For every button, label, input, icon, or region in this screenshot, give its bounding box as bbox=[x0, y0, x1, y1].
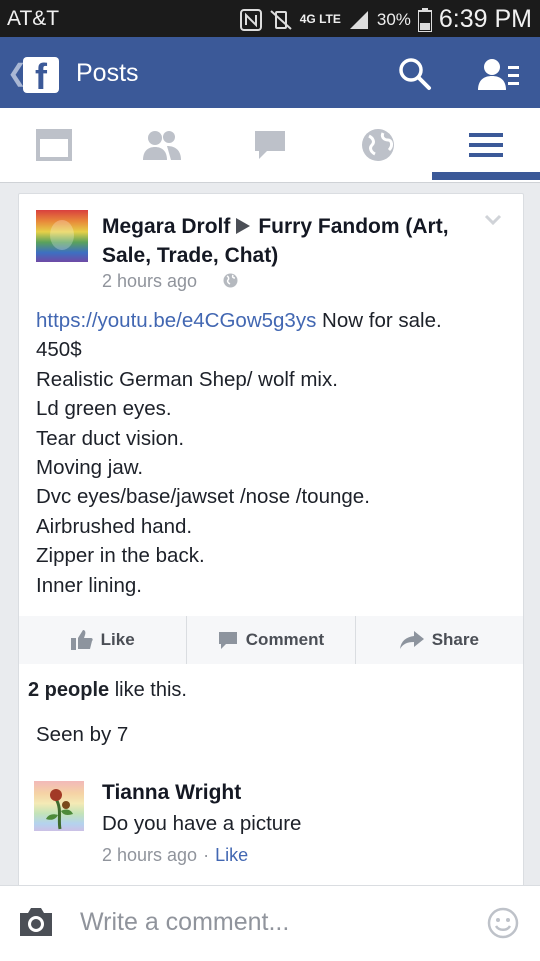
notifications-globe-icon bbox=[362, 129, 394, 161]
battery-percent: 30% bbox=[376, 9, 411, 29]
vibrate-mute-icon bbox=[270, 9, 292, 30]
comment-text: Do you have a picture bbox=[102, 812, 302, 835]
commenter-name[interactable]: Tianna Wright bbox=[102, 781, 241, 805]
thumbs-up-icon bbox=[70, 630, 93, 650]
author-avatar[interactable] bbox=[36, 210, 88, 262]
commenter-avatar[interactable] bbox=[34, 781, 84, 831]
comment-like-link[interactable]: Like bbox=[215, 845, 248, 865]
chevron-down-icon[interactable] bbox=[484, 214, 502, 226]
author-name[interactable]: Megara Drolf bbox=[102, 215, 230, 238]
post-timestamp[interactable]: 2 hours ago bbox=[102, 271, 197, 292]
facebook-logo-icon[interactable]: f bbox=[23, 57, 59, 97]
share-arrow-icon bbox=[399, 631, 424, 649]
likes-suffix: like this. bbox=[109, 679, 187, 701]
post-line: Tear duct vision. bbox=[36, 426, 185, 450]
comment-meta: 2 hours ago · Like bbox=[102, 845, 248, 866]
clock: 6:39 PM bbox=[438, 5, 532, 33]
shared-to-arrow-icon bbox=[236, 218, 251, 234]
separator-dot: · bbox=[203, 845, 210, 865]
post-line: Inner lining. bbox=[36, 573, 142, 597]
flower-image-icon bbox=[46, 789, 73, 830]
carrier-label: AT&T bbox=[7, 7, 60, 30]
tab-friends[interactable] bbox=[108, 108, 216, 182]
search-icon[interactable] bbox=[398, 57, 432, 91]
post-line: Zipper in the back. bbox=[36, 544, 205, 568]
post-line: Realistic German Shep/ wolf mix. bbox=[36, 367, 338, 391]
post-action-bar: Like Comment Share bbox=[19, 616, 523, 664]
post-card: Megara Drolf Furry Fandom (Art, Sale, Tra… bbox=[18, 193, 524, 895]
signal-icon bbox=[349, 10, 368, 29]
likes-count: 2 people bbox=[28, 679, 110, 701]
app-bar: ❮ f Posts bbox=[0, 37, 540, 108]
news-feed-icon bbox=[36, 129, 72, 161]
share-button[interactable]: Share bbox=[356, 616, 523, 664]
network-type-icon: 4G LTE bbox=[299, 12, 341, 26]
friends-icon bbox=[143, 131, 181, 160]
likes-summary[interactable]: 2 people like this. bbox=[28, 679, 187, 702]
tab-news-feed[interactable] bbox=[0, 108, 108, 182]
page-title: Posts bbox=[76, 59, 139, 87]
messages-icon bbox=[255, 131, 285, 159]
like-button[interactable]: Like bbox=[19, 616, 188, 664]
comment-input[interactable] bbox=[80, 908, 460, 937]
tab-messages[interactable] bbox=[216, 108, 324, 182]
tab-menu[interactable] bbox=[432, 108, 540, 182]
comment-bubble-icon bbox=[218, 632, 237, 649]
battery-icon bbox=[417, 7, 432, 32]
tab-notifications[interactable] bbox=[324, 108, 432, 182]
post-line: Ld green eyes. bbox=[36, 397, 172, 421]
post-link[interactable]: https://youtu.be/e4CGow5g3ys bbox=[36, 309, 316, 332]
comment-button[interactable]: Comment bbox=[187, 616, 356, 664]
camera-icon[interactable] bbox=[17, 906, 55, 938]
friend-requests-icon[interactable] bbox=[478, 58, 520, 92]
comment-timestamp: 2 hours ago bbox=[102, 845, 198, 865]
post-header: Megara Drolf Furry Fandom (Art, Sale, Tra… bbox=[102, 212, 462, 270]
nfc-icon bbox=[239, 8, 262, 31]
share-label: Share bbox=[431, 630, 479, 649]
comment-label: Comment bbox=[245, 630, 325, 649]
post-line: 450$ bbox=[36, 338, 82, 362]
status-bar: AT&T 4G LTE 30% 6:39 PM bbox=[0, 0, 540, 37]
post-line: Moving jaw. bbox=[36, 456, 144, 480]
post-body: https://youtu.be/e4CGow5g3ys Now for sal… bbox=[36, 306, 516, 600]
active-tab-indicator bbox=[432, 172, 540, 180]
post-text-first-line: Now for sale. bbox=[316, 309, 442, 332]
like-label: Like bbox=[100, 630, 135, 649]
comment-composer bbox=[0, 885, 540, 961]
sticker-smiley-icon[interactable] bbox=[487, 907, 519, 939]
post-line: Airbrushed hand. bbox=[36, 514, 193, 538]
seen-by[interactable]: Seen by 7 bbox=[36, 723, 128, 747]
menu-icon bbox=[469, 133, 503, 157]
public-globe-icon bbox=[223, 273, 238, 288]
post-line: Dvc eyes/base/jawset /nose /tounge. bbox=[36, 485, 370, 509]
